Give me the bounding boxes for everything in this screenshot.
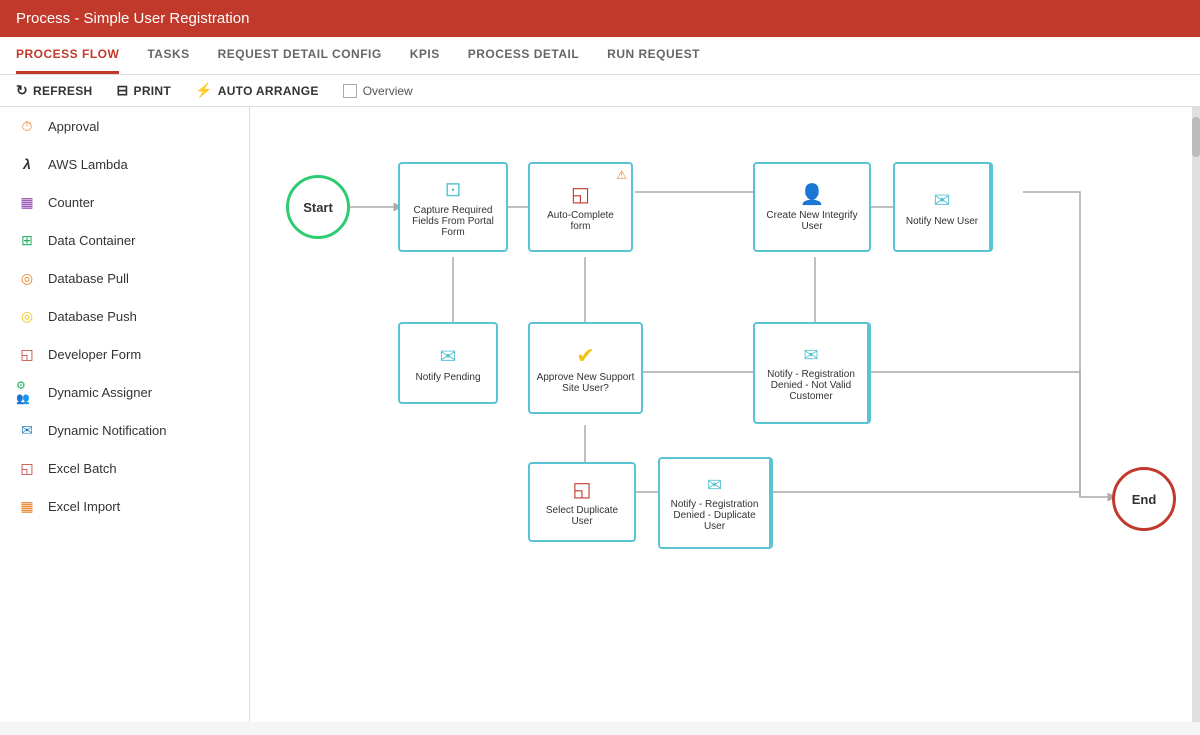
node-label: Notify - Registration Denied - Duplicate… (666, 499, 763, 532)
tab-kpis[interactable]: KPIS (410, 37, 440, 74)
tab-tasks[interactable]: TASKS (147, 37, 189, 74)
main-content: ⏱ Approval λ AWS Lambda ▦ Counter ⊞ Data… (0, 107, 1200, 722)
sidebar-item-label: Data Container (48, 233, 135, 248)
dynamic-notification-icon: ✉ (16, 419, 38, 441)
sidebar-item-database-push[interactable]: ◎ Database Push (0, 297, 249, 335)
sidebar-item-excel-import[interactable]: ▦ Excel Import (0, 487, 249, 525)
sidebar-item-label: Dynamic Assigner (48, 385, 152, 400)
auto-arrange-icon: ⚡ (195, 82, 213, 99)
print-icon: ⊟ (116, 82, 128, 99)
sidebar-item-developer-form[interactable]: ◱ Developer Form (0, 335, 249, 373)
node-label: Create New Integrify User (761, 210, 863, 232)
excel-import-icon: ▦ (16, 495, 38, 517)
node-end[interactable]: End (1112, 467, 1176, 531)
node-notify-new[interactable]: ✉ Notify New User (893, 162, 993, 252)
node-label: Auto-Complete form (536, 210, 625, 232)
auto-arrange-button[interactable]: ⚡ AUTO ARRANGE (195, 82, 319, 99)
node-label: Capture Required Fields From Portal Form (406, 205, 500, 238)
sidebar-item-label: Excel Batch (48, 461, 117, 476)
sidebar-item-label: Approval (48, 119, 99, 134)
sidebar-item-excel-batch[interactable]: ◱ Excel Batch (0, 449, 249, 487)
toolbar: ↻ REFRESH ⊟ PRINT ⚡ AUTO ARRANGE Overvie… (0, 75, 1200, 107)
node-autocomplete[interactable]: ⚠ ◱ Auto-Complete form (528, 162, 633, 252)
sidebar-item-dynamic-notification[interactable]: ✉ Dynamic Notification (0, 411, 249, 449)
flow-connectors (250, 107, 1200, 722)
node-create-user[interactable]: 👤 Create New Integrify User (753, 162, 871, 252)
warning-icon: ⚠ (616, 168, 627, 182)
overview-toggle[interactable]: Overview (343, 84, 413, 98)
refresh-icon: ↻ (16, 82, 28, 99)
node-notify-denied-invalid[interactable]: ✉ Notify - Registration Denied - Not Val… (753, 322, 871, 424)
dynamic-assigner-icon: ⚙👥 (16, 381, 38, 403)
tab-bar: PROCESS FLOW TASKS REQUEST DETAIL CONFIG… (0, 37, 1200, 75)
node-notify-pending[interactable]: ✉ Notify Pending (398, 322, 498, 404)
aws-lambda-icon: λ (16, 153, 38, 175)
tab-run-request[interactable]: RUN REQUEST (607, 37, 700, 74)
tab-process-detail[interactable]: PROCESS DETAIL (468, 37, 579, 74)
data-container-icon: ⊞ (16, 229, 38, 251)
developer-form-icon: ◱ (16, 343, 38, 365)
tab-process-flow[interactable]: PROCESS FLOW (16, 37, 119, 74)
flow-canvas[interactable]: Start ⊡ Capture Required Fields From Por… (250, 107, 1200, 722)
node-approve[interactable]: ✔ Approve New Support Site User? (528, 322, 643, 414)
sidebar-item-label: Database Pull (48, 271, 129, 286)
sidebar-item-label: Developer Form (48, 347, 141, 362)
sidebar-item-label: Database Push (48, 309, 137, 324)
node-capture[interactable]: ⊡ Capture Required Fields From Portal Fo… (398, 162, 508, 252)
sidebar-item-data-container[interactable]: ⊞ Data Container (0, 221, 249, 259)
sidebar-item-counter[interactable]: ▦ Counter (0, 183, 249, 221)
sidebar: ⏱ Approval λ AWS Lambda ▦ Counter ⊞ Data… (0, 107, 250, 722)
sidebar-item-database-pull[interactable]: ◎ Database Pull (0, 259, 249, 297)
node-label: Notify - Registration Denied - Not Valid… (761, 369, 861, 402)
node-select-duplicate[interactable]: ◱ Select Duplicate User (528, 462, 636, 542)
node-label: Notify Pending (415, 372, 480, 383)
create-user-icon: 👤 (800, 182, 825, 207)
end-label: End (1132, 492, 1157, 507)
node-notify-denied-dup[interactable]: ✉ Notify - Registration Denied - Duplica… (658, 457, 773, 549)
database-push-icon: ◎ (16, 305, 38, 327)
approve-icon: ✔ (576, 343, 594, 369)
refresh-button[interactable]: ↻ REFRESH (16, 82, 92, 99)
sidebar-item-dynamic-assigner[interactable]: ⚙👥 Dynamic Assigner (0, 373, 249, 411)
page-title: Process - Simple User Registration (16, 10, 249, 27)
scrollbar[interactable] (1192, 107, 1200, 722)
sidebar-item-approval[interactable]: ⏱ Approval (0, 107, 249, 145)
page-header: Process - Simple User Registration (0, 0, 1200, 37)
tab-request-detail-config[interactable]: REQUEST DETAIL CONFIG (218, 37, 382, 74)
excel-batch-icon: ◱ (16, 457, 38, 479)
scrollbar-thumb[interactable] (1192, 117, 1200, 157)
sidebar-item-label: Counter (48, 195, 94, 210)
print-button[interactable]: ⊟ PRINT (116, 82, 171, 99)
approval-icon: ⏱ (16, 115, 38, 137)
sidebar-item-label: Dynamic Notification (48, 423, 167, 438)
notify-denied-dup-icon: ✉ (707, 475, 722, 496)
overview-checkbox[interactable] (343, 84, 357, 98)
sidebar-item-label: AWS Lambda (48, 157, 128, 172)
notify-denied-invalid-icon: ✉ (803, 345, 818, 366)
notify-pending-icon: ✉ (440, 344, 457, 369)
node-label: Select Duplicate User (536, 505, 628, 527)
sidebar-item-aws-lambda[interactable]: λ AWS Lambda (0, 145, 249, 183)
capture-icon: ⊡ (445, 177, 462, 202)
database-pull-icon: ◎ (16, 267, 38, 289)
counter-icon: ▦ (16, 191, 38, 213)
sidebar-item-label: Excel Import (48, 499, 120, 514)
notify-new-icon: ✉ (934, 188, 951, 213)
select-dup-icon: ◱ (573, 477, 592, 502)
autocomplete-icon: ◱ (571, 182, 590, 207)
node-label: Approve New Support Site User? (536, 372, 635, 394)
node-start[interactable]: Start (286, 175, 350, 239)
node-label: Notify New User (906, 216, 978, 227)
start-label: Start (303, 200, 333, 215)
